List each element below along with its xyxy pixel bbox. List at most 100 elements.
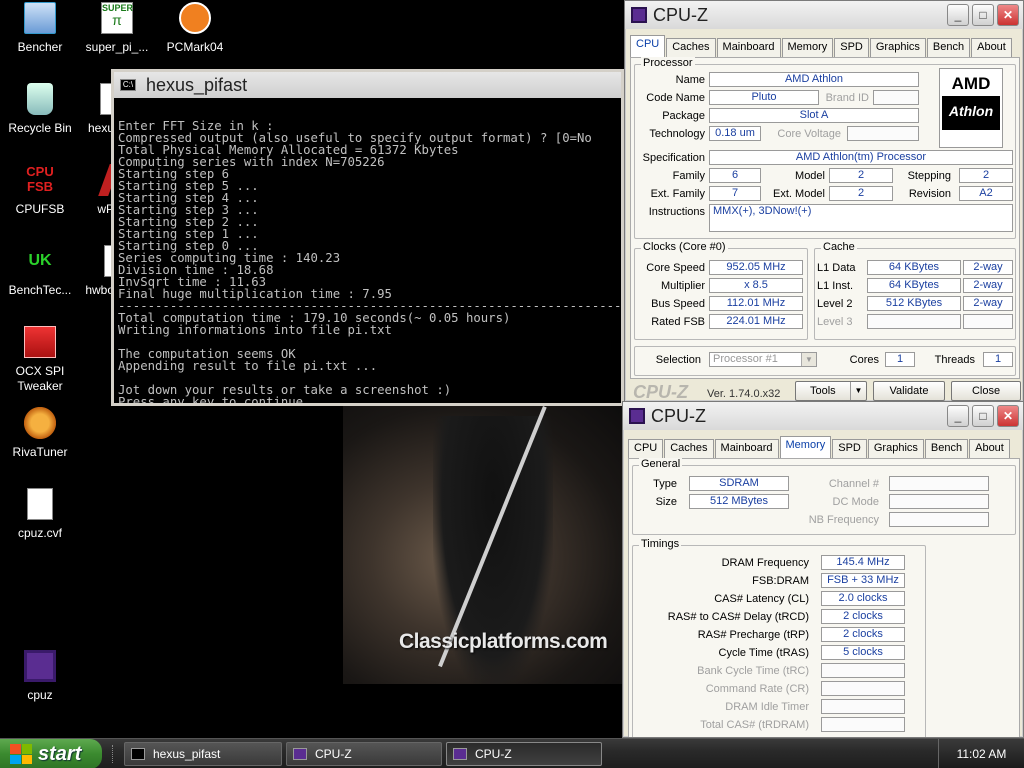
- multiplier-value: x 8.5: [709, 278, 803, 293]
- package-value: Slot A: [709, 108, 919, 123]
- taskbar-item-hexus-pifast[interactable]: hexus_pifast: [124, 742, 282, 766]
- desktop-icon-benchtec[interactable]: UK BenchTec...: [0, 245, 80, 298]
- wallpaper: Classicplatforms.com: [343, 406, 623, 684]
- codename-label: Code Name: [646, 92, 705, 104]
- desktop-icon-cpuz-cvf[interactable]: cpuz.cvf: [0, 488, 80, 541]
- package-label: Package: [662, 110, 705, 122]
- cr-label: Command Rate (CR): [705, 683, 809, 695]
- cpu-tab-panel: Processor Name AMD Athlon Code Name Plut…: [630, 57, 1020, 379]
- close-button[interactable]: Close: [951, 381, 1021, 401]
- taskbar-item-cpuz-1[interactable]: CPU-Z: [286, 742, 442, 766]
- console-output[interactable]: Enter FFT Size in k : Compressed output …: [114, 98, 621, 403]
- cpufsb-logo-line2: FSB: [27, 179, 53, 194]
- taskbar-item-label: CPU-Z: [315, 747, 352, 761]
- tab-bench[interactable]: Bench: [926, 38, 971, 57]
- revision-value: A2: [959, 186, 1013, 201]
- console-title-bar[interactable]: C:\ hexus_pifast: [114, 72, 621, 98]
- tras-label: Cycle Time (tRAS): [718, 647, 809, 659]
- desktop-icon-bencher[interactable]: Bencher: [0, 2, 80, 55]
- minimize-button[interactable]: _: [947, 405, 969, 427]
- desktop-icon-label: RivaTuner: [12, 445, 68, 459]
- cpuz-window-memory[interactable]: CPU-Z _ □ ✕ CPU Caches Mainboard Memory SPD G…: [622, 401, 1024, 738]
- desktop-icon-wp[interactable]: wP: [82, 164, 114, 217]
- tab-about[interactable]: About: [969, 439, 1010, 458]
- athlon-logo-text: Athlon: [942, 96, 1000, 130]
- maximize-button[interactable]: □: [972, 405, 994, 427]
- revision-label: Revision: [908, 188, 951, 200]
- multiplier-label: Multiplier: [660, 280, 705, 292]
- minimize-button[interactable]: _: [947, 4, 969, 26]
- taskbar: start hexus_pifast CPU-Z CPU-Z 11:02 AM: [0, 738, 1024, 768]
- desktop-icon-ocx-spi-tweaker[interactable]: OCX SPI Tweaker: [0, 326, 80, 394]
- idle-value: [821, 699, 905, 714]
- cpuz-window-cpu[interactable]: CPU-Z _ □ ✕ CPU Caches Mainboard Memory SPD G…: [624, 0, 1024, 402]
- l1inst-label: L1 Inst.: [817, 280, 854, 292]
- family-value: 6: [709, 168, 761, 183]
- dramfreq-value: 145.4 MHz: [821, 555, 905, 570]
- selection-dropdown[interactable]: Processor #1 ▼: [709, 352, 817, 367]
- tab-graphics[interactable]: Graphics: [867, 439, 924, 458]
- level3-way: [963, 314, 1013, 329]
- validate-button[interactable]: Validate: [873, 381, 945, 401]
- desktop-icon-pcmark04[interactable]: PCMark04: [155, 2, 235, 55]
- level2-way: 2-way: [963, 296, 1013, 311]
- benchtec-icon: UK: [24, 245, 56, 277]
- version-label: Ver. 1.74.0.x32: [707, 388, 781, 400]
- size-value: 512 MBytes: [689, 494, 789, 509]
- size-label: Size: [655, 496, 677, 508]
- pcmark-icon: [179, 2, 211, 34]
- trcd-value: 2 clocks: [821, 609, 905, 624]
- desktop-icon-label: CPUFSB: [15, 202, 65, 216]
- wallpaper-watermark: Classicplatforms.com: [399, 630, 608, 653]
- console-window[interactable]: C:\ hexus_pifast Enter FFT Size in k : C…: [111, 69, 624, 406]
- taskbar-item-cpuz-2[interactable]: CPU-Z: [446, 742, 602, 766]
- trdram-label: Total CAS# (tRDRAM): [700, 719, 809, 731]
- start-button[interactable]: start: [0, 739, 102, 768]
- cr-value: [821, 681, 905, 696]
- instructions-value: MMX(+), 3DNow!(+): [709, 204, 1013, 232]
- tab-cpu[interactable]: CPU: [628, 439, 664, 458]
- close-window-button[interactable]: ✕: [997, 4, 1019, 26]
- nbfreq-label: NB Frequency: [808, 514, 879, 526]
- desktop-icon-label: Recycle Bin: [8, 121, 72, 135]
- console-app-icon: C:\: [120, 79, 136, 91]
- start-label: start: [38, 742, 82, 765]
- tab-memory[interactable]: Memory: [781, 38, 834, 57]
- nbfreq-value: [889, 512, 989, 527]
- channel-label: Channel #: [828, 478, 879, 490]
- desktop-icon-super-pi[interactable]: SUPER π super_pi_...: [77, 2, 157, 55]
- tab-caches[interactable]: Caches: [664, 439, 714, 458]
- tab-about[interactable]: About: [971, 38, 1012, 57]
- windows-logo-icon: [10, 744, 32, 764]
- close-window-button[interactable]: ✕: [997, 405, 1019, 427]
- desktop-icon-cpuz[interactable]: cpuz: [0, 650, 80, 703]
- tab-cpu[interactable]: CPU: [630, 35, 666, 57]
- tab-mainboard[interactable]: Mainboard: [716, 38, 781, 57]
- l1inst-value: 64 KBytes: [867, 278, 961, 293]
- desktop-icon-cpufsb[interactable]: CPU FSB CPUFSB: [0, 164, 80, 217]
- tab-memory[interactable]: Memory: [779, 436, 832, 458]
- tab-mainboard[interactable]: Mainboard: [714, 439, 779, 458]
- cpuz-title-bar[interactable]: CPU-Z _ □ ✕: [625, 1, 1023, 29]
- clock[interactable]: 11:02 AM: [957, 747, 1007, 761]
- dcmode-value: [889, 494, 989, 509]
- level2-value: 512 KBytes: [867, 296, 961, 311]
- group-title: Clocks (Core #0): [641, 241, 728, 253]
- tab-spd[interactable]: SPD: [834, 38, 869, 57]
- computer-icon: [24, 2, 56, 34]
- tab-graphics[interactable]: Graphics: [869, 38, 926, 57]
- tab-caches[interactable]: Caches: [666, 38, 716, 57]
- tab-bench[interactable]: Bench: [924, 439, 969, 458]
- desktop-icon-hwbot[interactable]: hwbo: [80, 245, 114, 298]
- desktop-icon-recycle-bin[interactable]: Recycle Bin: [0, 83, 80, 136]
- tools-button[interactable]: Tools ▼: [795, 381, 867, 401]
- tab-spd[interactable]: SPD: [832, 439, 867, 458]
- trp-label: RAS# Precharge (tRP): [697, 629, 809, 641]
- ratedfsb-value: 224.01 MHz: [709, 314, 803, 329]
- desktop-icon-hexus[interactable]: hexu: [70, 83, 114, 136]
- cpuz-title-bar[interactable]: CPU-Z _ □ ✕: [623, 402, 1023, 430]
- codename-value: Pluto: [709, 90, 819, 105]
- maximize-button[interactable]: □: [972, 4, 994, 26]
- desktop-icon-rivatuner[interactable]: RivaTuner: [0, 407, 80, 460]
- amd-logo-text: AMD: [951, 74, 991, 93]
